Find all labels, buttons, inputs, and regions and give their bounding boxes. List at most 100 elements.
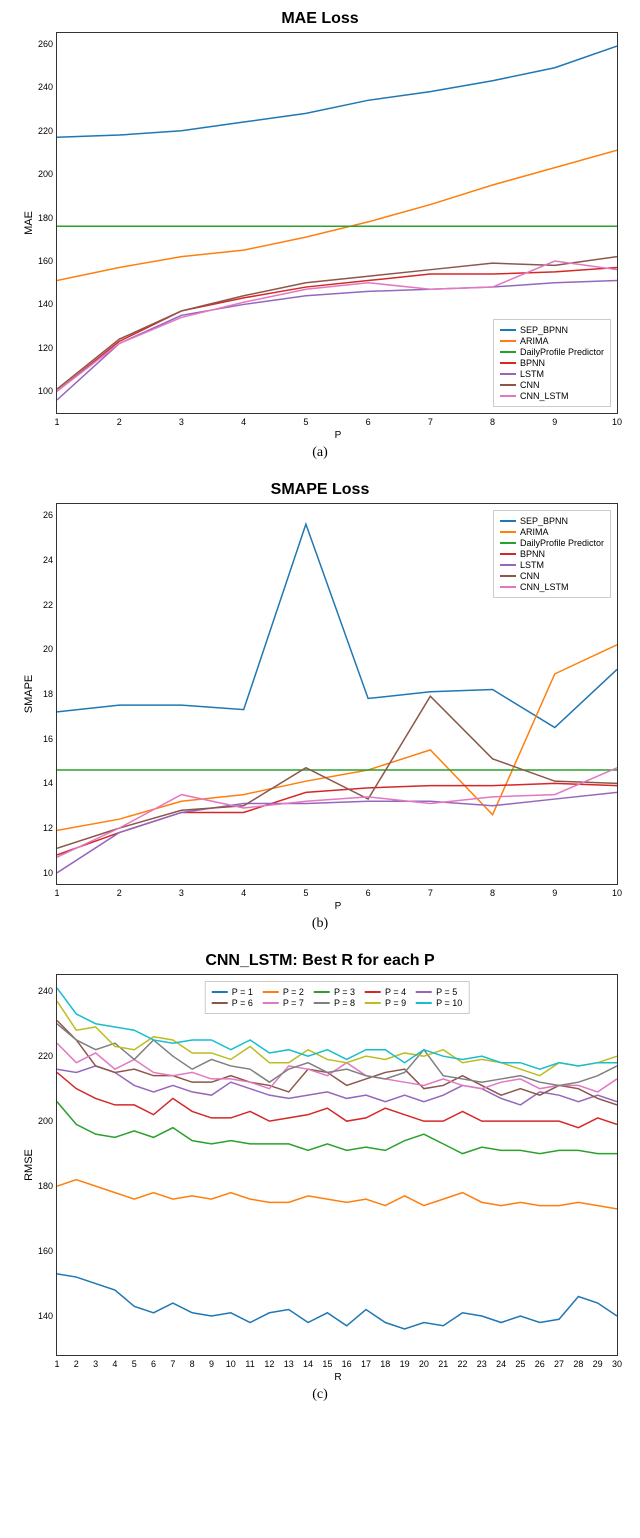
x-axis-label: P	[56, 901, 620, 912]
legend-label: P = 6	[232, 998, 253, 1008]
legend-swatch	[500, 340, 516, 342]
x-tick: 6	[151, 1355, 156, 1369]
legend-item: BPNN	[500, 549, 604, 559]
y-tick: 10	[43, 868, 57, 878]
legend-label: SEP_BPNN	[520, 516, 568, 526]
legend-item: P = 7	[263, 998, 304, 1008]
legend-swatch	[500, 542, 516, 544]
subcaption: (c)	[10, 1387, 630, 1403]
x-tick: 30	[612, 1355, 622, 1369]
legend-item: P = 6	[212, 998, 253, 1008]
x-tick: 9	[552, 413, 557, 427]
legend-swatch	[263, 1002, 279, 1004]
legend-swatch	[500, 395, 516, 397]
legend-label: DailyProfile Predictor	[520, 347, 604, 357]
legend-swatch	[500, 586, 516, 588]
legend-label: CNN	[520, 571, 540, 581]
legend-item: DailyProfile Predictor	[500, 538, 604, 548]
legend-swatch	[365, 1002, 381, 1004]
y-tick: 260	[38, 39, 57, 49]
chart-title: CNN_LSTM: Best R for each P	[10, 952, 630, 970]
chart-title: MAE Loss	[10, 10, 630, 28]
legend-swatch	[416, 1002, 432, 1004]
legend: SEP_BPNNARIMADailyProfile PredictorBPNNL…	[493, 319, 611, 407]
x-tick: 9	[552, 884, 557, 898]
series-line	[57, 1180, 617, 1209]
x-tick: 14	[303, 1355, 313, 1369]
plot-area: MAE1001201401601802002202402601234567891…	[56, 32, 618, 414]
subcaption: (a)	[10, 445, 630, 461]
series-line	[57, 783, 617, 855]
legend-item: P = 9	[365, 998, 406, 1008]
x-tick: 10	[226, 1355, 236, 1369]
x-tick: 23	[477, 1355, 487, 1369]
x-tick: 13	[284, 1355, 294, 1369]
x-tick: 6	[366, 413, 371, 427]
x-tick: 1	[54, 413, 59, 427]
chart-mae: MAE Loss MAE10012014016018020022024026012…	[10, 10, 630, 461]
x-tick: 29	[593, 1355, 603, 1369]
legend-swatch	[314, 1002, 330, 1004]
legend-label: CNN	[520, 380, 540, 390]
y-axis-label: MAE	[23, 211, 35, 235]
y-tick: 120	[38, 343, 57, 353]
x-tick: 24	[496, 1355, 506, 1369]
legend-item: LSTM	[500, 369, 604, 379]
x-tick: 7	[428, 413, 433, 427]
x-tick: 2	[117, 884, 122, 898]
legend-label: P = 10	[436, 998, 462, 1008]
legend-label: P = 2	[283, 987, 304, 997]
y-tick: 240	[38, 82, 57, 92]
legend-item: P = 8	[314, 998, 355, 1008]
legend-item: CNN_LSTM	[500, 582, 604, 592]
legend-item: CNN_LSTM	[500, 391, 604, 401]
x-tick: 3	[179, 884, 184, 898]
x-tick: 22	[458, 1355, 468, 1369]
chart-title: SMAPE Loss	[10, 481, 630, 499]
x-tick: 28	[573, 1355, 583, 1369]
legend-item: ARIMA	[500, 527, 604, 537]
x-tick: 10	[612, 413, 622, 427]
legend-label: P = 8	[334, 998, 355, 1008]
legend-swatch	[500, 553, 516, 555]
x-tick: 15	[322, 1355, 332, 1369]
legend-swatch	[416, 991, 432, 993]
y-tick: 220	[38, 126, 57, 136]
legend-label: P = 1	[232, 987, 253, 997]
legend-swatch	[365, 991, 381, 993]
legend-label: P = 3	[334, 987, 355, 997]
legend-label: BPNN	[520, 358, 545, 368]
y-tick: 24	[43, 555, 57, 565]
x-tick: 20	[419, 1355, 429, 1369]
series-line	[57, 1102, 617, 1154]
y-tick: 200	[38, 169, 57, 179]
x-axis-label: P	[56, 430, 620, 441]
x-tick: 17	[361, 1355, 371, 1369]
x-tick: 9	[209, 1355, 214, 1369]
x-tick: 4	[241, 884, 246, 898]
legend-label: SEP_BPNN	[520, 325, 568, 335]
x-tick: 21	[438, 1355, 448, 1369]
y-tick: 160	[38, 1246, 57, 1256]
legend-item: P = 3	[314, 987, 355, 997]
legend-item: LSTM	[500, 560, 604, 570]
legend-swatch	[500, 373, 516, 375]
plot-area: RMSE140160180200220240123456789101112131…	[56, 974, 618, 1356]
legend-swatch	[500, 362, 516, 364]
plot-area: SMAPE10121416182022242612345678910SEP_BP…	[56, 503, 618, 885]
x-tick: 5	[303, 884, 308, 898]
legend-label: ARIMA	[520, 336, 549, 346]
x-tick: 3	[93, 1355, 98, 1369]
y-tick: 220	[38, 1051, 57, 1061]
x-tick: 2	[117, 413, 122, 427]
x-tick: 1	[54, 1355, 59, 1369]
x-tick: 5	[303, 413, 308, 427]
legend-item: P = 4	[365, 987, 406, 997]
legend-item: P = 2	[263, 987, 304, 997]
legend-label: LSTM	[520, 560, 544, 570]
legend-label: BPNN	[520, 549, 545, 559]
legend-label: P = 4	[385, 987, 406, 997]
legend-swatch	[500, 351, 516, 353]
legend-swatch	[500, 564, 516, 566]
legend-label: ARIMA	[520, 527, 549, 537]
